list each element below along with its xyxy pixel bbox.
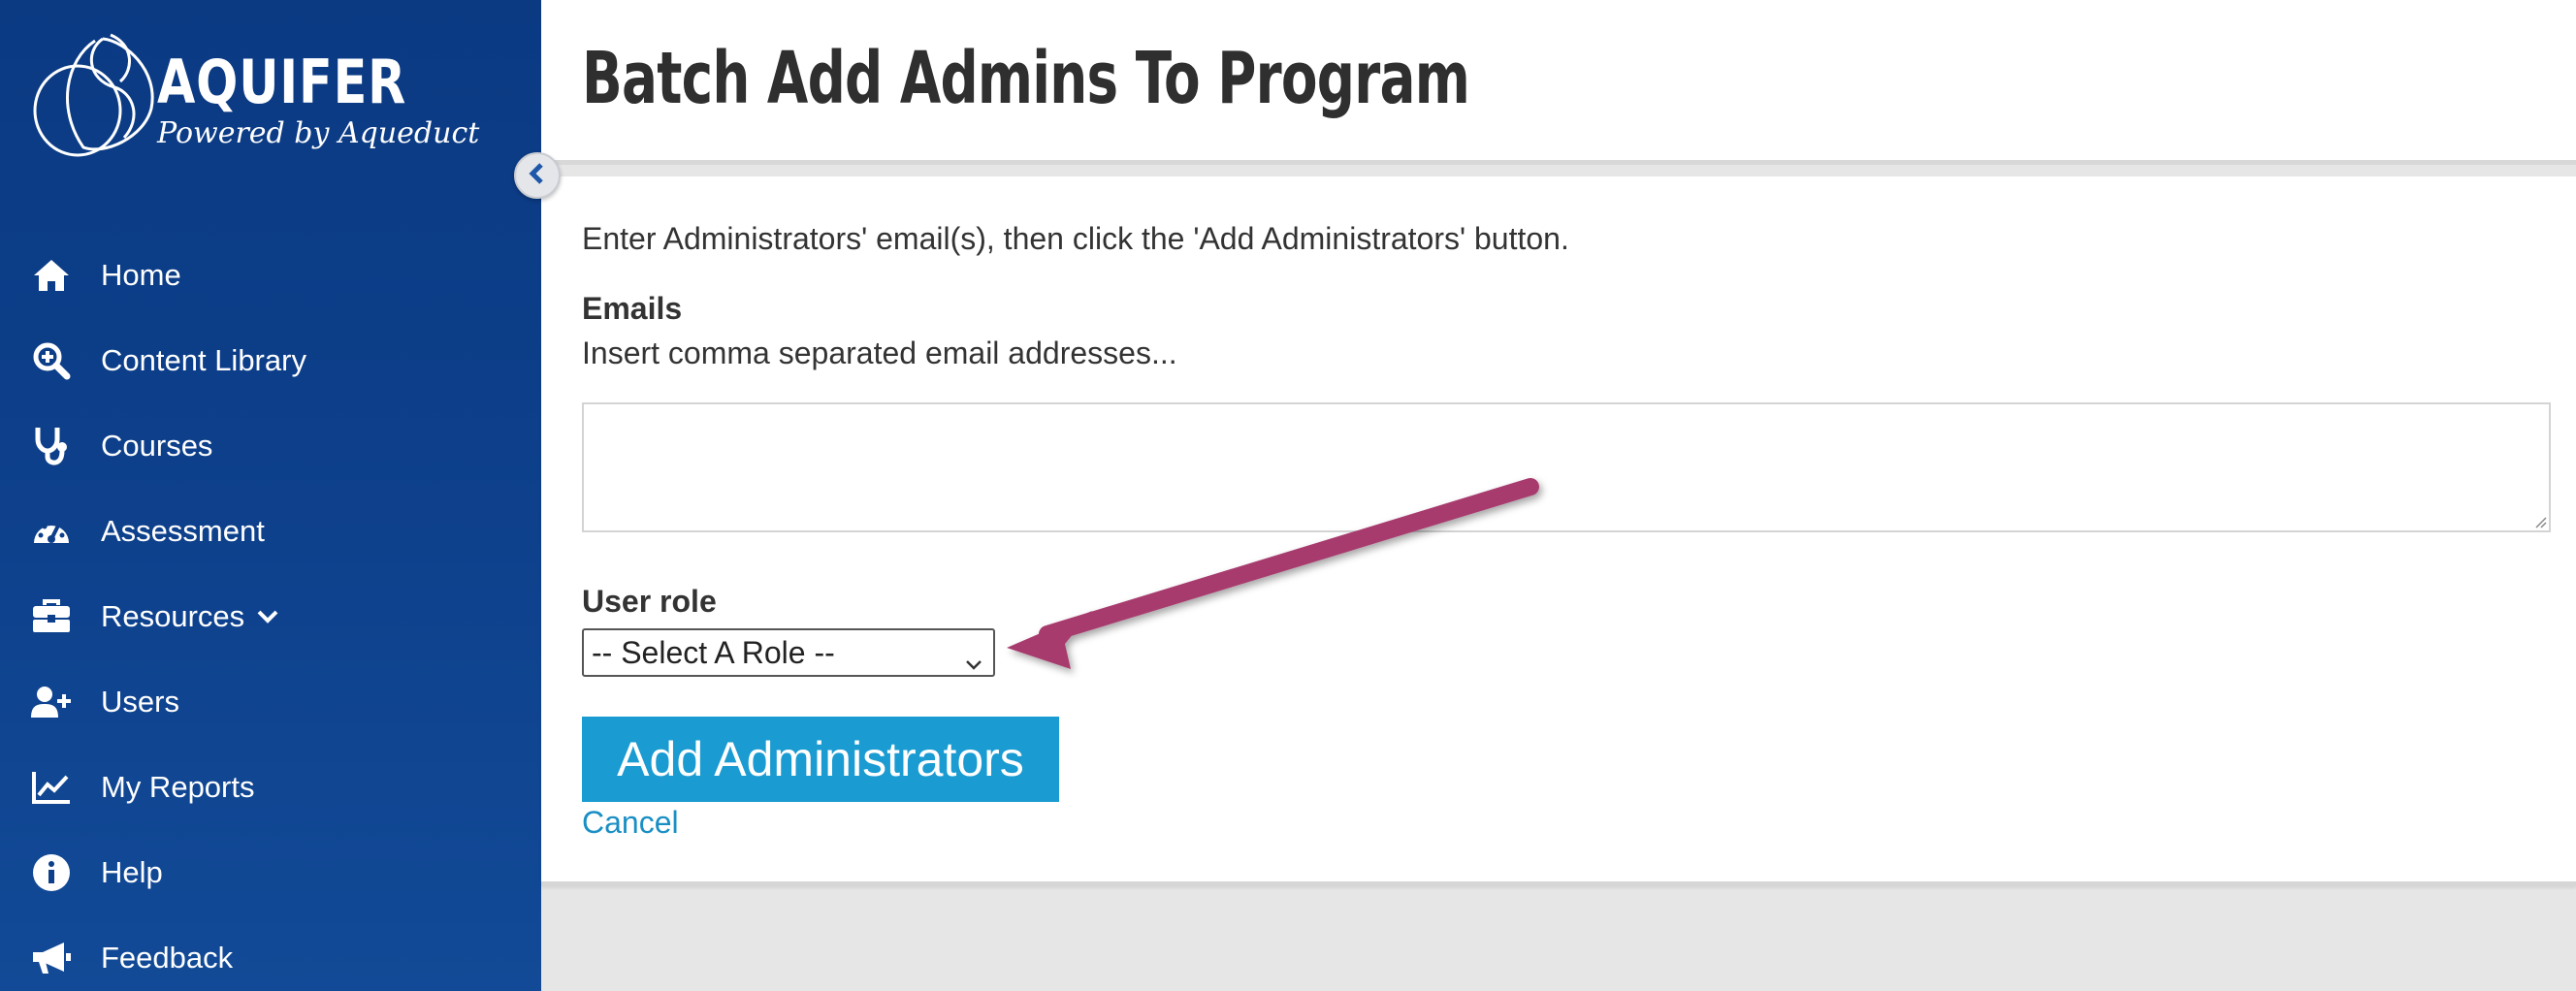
sidebar-item-courses[interactable]: Courses — [0, 403, 541, 489]
user-role-select[interactable]: -- Select A Role -- — [582, 628, 995, 677]
megaphone-icon — [31, 938, 72, 978]
brand-subtitle: Powered by Aqueduct — [157, 116, 480, 150]
brand-title: AQUIFER — [157, 47, 407, 117]
sidebar-item-label: My Reports — [101, 770, 255, 804]
sidebar-item-label: Courses — [101, 429, 213, 463]
search-plus-icon — [31, 340, 72, 381]
sidebar-item-content-library[interactable]: Content Library — [0, 318, 541, 403]
user-role-selected-value: -- Select A Role -- — [592, 634, 835, 670]
sidebar-item-feedback[interactable]: Feedback — [0, 915, 541, 991]
info-circle-icon — [31, 852, 72, 893]
emails-field[interactable] — [582, 402, 2551, 532]
sidebar-item-label: Resources — [101, 599, 245, 633]
form-instructions: Enter Administrators' email(s), then cli… — [582, 221, 1569, 256]
sidebar-item-users[interactable]: Users — [0, 659, 541, 745]
batch-add-form: Enter Administrators' email(s), then cli… — [541, 176, 2576, 886]
main-content: Batch Add Admins To Program Enter Admini… — [541, 0, 2576, 991]
aquifer-logo-mark-icon — [33, 33, 154, 157]
sidebar-collapse-button[interactable] — [514, 152, 561, 199]
sidebar-item-help[interactable]: Help — [0, 830, 541, 915]
sidebar-item-label: Feedback — [101, 941, 234, 975]
briefcase-icon — [31, 596, 72, 637]
user-plus-icon — [31, 682, 72, 722]
sidebar-item-my-reports[interactable]: My Reports — [0, 745, 541, 830]
sidebar-item-assessment[interactable]: Assessment — [0, 489, 541, 574]
chevron-down-icon[interactable] — [256, 609, 279, 624]
sidebar-item-home[interactable]: Home — [0, 233, 541, 318]
cancel-link[interactable]: Cancel — [582, 805, 679, 841]
chevron-down-icon — [964, 644, 983, 680]
resize-grip-icon[interactable] — [2531, 513, 2547, 528]
sidebar-item-label: Assessment — [101, 514, 265, 548]
user-role-label: User role — [582, 584, 717, 619]
page-title: Batch Add Admins To Program — [582, 37, 1470, 120]
sidebar-item-label: Users — [101, 685, 179, 719]
stethoscope-icon — [31, 426, 72, 466]
emails-help-text: Insert comma separated email addresses..… — [582, 336, 1177, 370]
sidebar: AQUIFER Powered by Aqueduct Home Content… — [0, 0, 541, 991]
home-icon — [31, 255, 72, 296]
gauge-icon — [31, 511, 72, 552]
aquifer-logo[interactable]: AQUIFER Powered by Aqueduct — [27, 31, 479, 162]
add-administrators-button[interactable]: Add Administrators — [582, 717, 1059, 802]
sidebar-item-label: Content Library — [101, 343, 306, 377]
page-header: Batch Add Admins To Program — [541, 0, 2576, 165]
chevron-left-icon — [528, 162, 547, 190]
chart-line-icon — [31, 767, 72, 808]
sidebar-nav: Home Content Library Courses Assessment … — [0, 233, 541, 991]
emails-label: Emails — [582, 291, 683, 326]
sidebar-item-label: Home — [101, 258, 181, 292]
sidebar-item-label: Help — [101, 855, 163, 889]
sidebar-item-resources[interactable]: Resources — [0, 574, 541, 659]
